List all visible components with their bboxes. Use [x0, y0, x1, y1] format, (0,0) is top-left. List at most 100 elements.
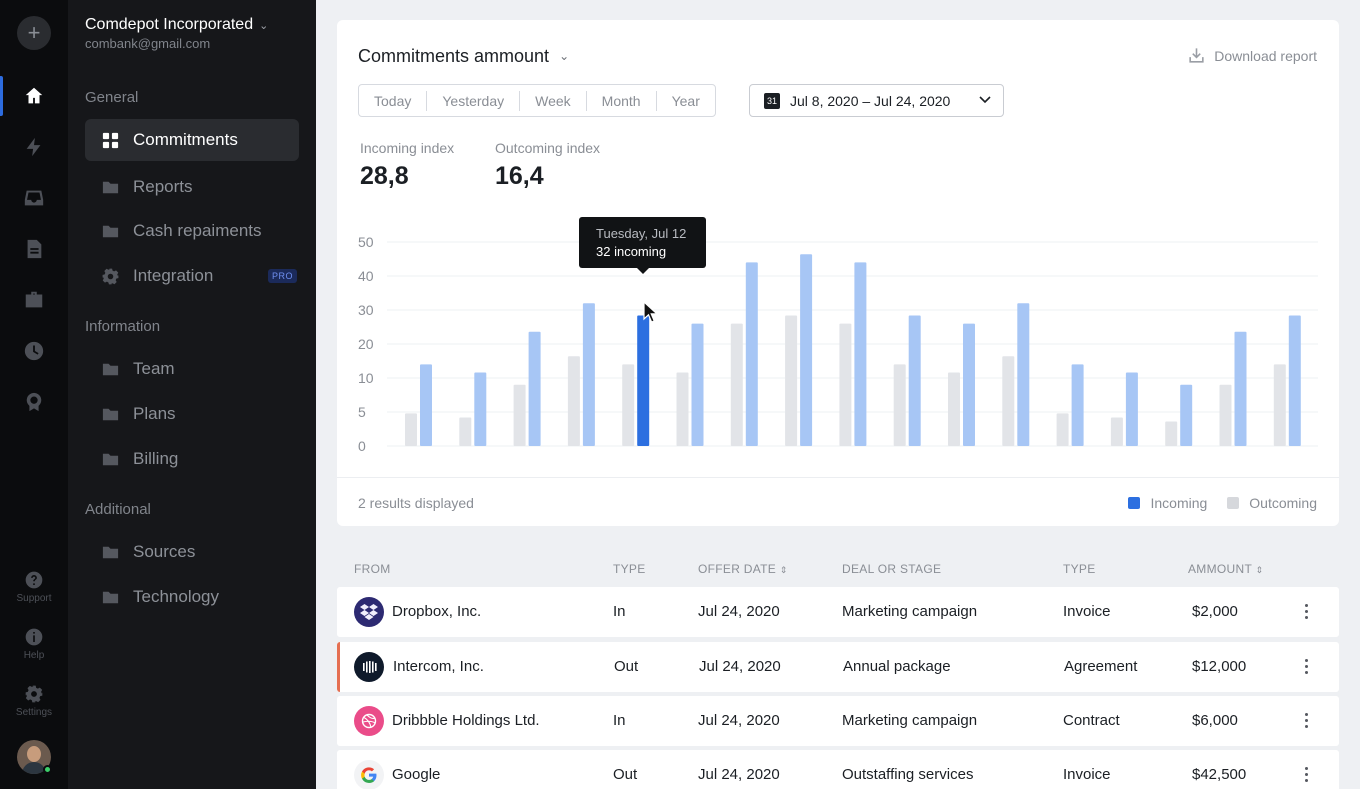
settings-label: Settings [15, 707, 53, 718]
row-amount: $6,000 [1192, 712, 1238, 729]
briefcase-icon[interactable] [0, 280, 68, 320]
table-header: FROM TYPE OFFER DATE ⇕ DEAL OR STAGE TYP… [337, 562, 1339, 580]
card-title-dropdown[interactable]: Commitments ammount ⌄ [358, 46, 569, 67]
info-icon [25, 628, 43, 646]
bar-incoming [1017, 303, 1030, 446]
add-button[interactable]: + [17, 16, 51, 50]
account-email: combank@gmail.com [85, 36, 211, 51]
chart-legend: Incoming Outcoming [1108, 495, 1317, 511]
award-icon[interactable] [0, 382, 68, 422]
legend-outcoming[interactable]: Outcoming [1227, 495, 1317, 511]
sidebar-item-commitments[interactable]: Commitments [85, 119, 299, 161]
filter-yesterday[interactable]: Yesterday [427, 90, 521, 111]
more-options-icon[interactable] [1305, 713, 1309, 731]
settings-link[interactable]: Settings [0, 684, 68, 718]
sidebar-item-team[interactable]: Team [85, 348, 299, 390]
column-deal[interactable]: DEAL OR STAGE [842, 562, 941, 576]
gear-icon [102, 268, 119, 284]
y-tick-label: 0 [358, 438, 366, 454]
row-type: Out [613, 766, 638, 783]
date-range-picker[interactable]: 31 Jul 8, 2020 – Jul 24, 2020 [749, 84, 1004, 117]
sort-icon: ⇕ [1255, 565, 1264, 575]
row-date: Jul 24, 2020 [699, 658, 781, 675]
column-amount[interactable]: AMMOUNT ⇕ [1188, 562, 1263, 576]
legend-swatch-outcoming [1227, 497, 1240, 509]
sidebar-item-integration[interactable]: Integration PRO [85, 255, 299, 297]
bar-outcoming [730, 323, 743, 446]
incoming-index-label: Incoming index [360, 140, 455, 156]
more-options-icon[interactable] [1305, 604, 1309, 622]
sidebar: Comdepot Incorporated ⌄ combank@gmail.com… [68, 0, 316, 789]
y-tick-label: 40 [358, 268, 374, 284]
filter-today[interactable]: Today [359, 90, 428, 111]
google-logo-icon [354, 760, 384, 789]
bar-incoming [908, 315, 921, 446]
folder-icon [102, 181, 119, 193]
sidebar-item-billing[interactable]: Billing [85, 438, 299, 480]
help-link[interactable]: Help [0, 627, 68, 661]
company-switcher[interactable]: Comdepot Incorporated ⌄ [85, 16, 268, 34]
support-icon [25, 571, 43, 589]
sidebar-item-reports[interactable]: Reports [85, 166, 299, 208]
support-link[interactable]: Support [0, 570, 68, 604]
column-type[interactable]: TYPE [613, 562, 646, 576]
company-name: Comdepot Incorporated [85, 16, 254, 33]
row-amount: $42,500 [1192, 766, 1247, 783]
row-doc-type: Invoice [1063, 766, 1111, 783]
bar-outcoming [893, 364, 906, 446]
more-options-icon[interactable] [1305, 659, 1309, 677]
lightning-icon[interactable] [0, 127, 68, 167]
clock-icon[interactable] [0, 331, 68, 371]
bar-outcoming [1056, 413, 1069, 446]
table-row[interactable]: Dropbox, Inc. In Jul 24, 2020 Marketing … [337, 587, 1339, 637]
sidebar-item-cash-repaiments[interactable]: Cash repaiments [85, 210, 299, 252]
bar-incoming [1071, 364, 1084, 446]
column-doc-type[interactable]: TYPE [1063, 562, 1096, 576]
y-tick-label: 20 [358, 336, 374, 352]
table-row[interactable]: Intercom, Inc. Out Jul 24, 2020 Annual p… [337, 642, 1339, 692]
intercom-logo-icon [354, 652, 384, 682]
bar-incoming [528, 331, 541, 446]
bar-incoming [800, 254, 813, 446]
download-report-button[interactable]: Download report [1187, 46, 1317, 65]
online-status-dot [43, 765, 52, 774]
sidebar-item-label: Technology [133, 587, 220, 606]
filter-month[interactable]: Month [587, 90, 657, 111]
table-row[interactable]: Google Out Jul 24, 2020 Outstaffing serv… [337, 750, 1339, 789]
y-tick-label: 5 [358, 404, 366, 420]
bar-outcoming [948, 372, 960, 446]
table-row[interactable]: Dribbble Holdings Ltd. In Jul 24, 2020 M… [337, 696, 1339, 746]
folder-icon [102, 225, 119, 237]
gear-icon [25, 685, 43, 703]
sidebar-item-sources[interactable]: Sources [85, 531, 299, 573]
chart-tooltip: Tuesday, Jul 12 32 incoming [579, 217, 706, 274]
row-date: Jul 24, 2020 [698, 766, 780, 783]
bar-incoming [420, 364, 432, 446]
more-options-icon[interactable] [1305, 767, 1309, 785]
row-deal: Annual package [843, 658, 951, 675]
sidebar-item-technology[interactable]: Technology [85, 576, 299, 618]
outcoming-index: Outcoming index 16,4 [495, 140, 600, 191]
help-label: Help [23, 650, 45, 661]
y-tick-label: 50 [358, 234, 374, 250]
sidebar-item-plans[interactable]: Plans [85, 393, 299, 435]
row-type: In [613, 603, 626, 620]
folder-icon [102, 453, 119, 465]
bar-incoming [854, 262, 867, 446]
folder-icon [102, 408, 119, 420]
row-date: Jul 24, 2020 [698, 603, 780, 620]
sidebar-item-label: Reports [133, 177, 193, 196]
inbox-icon[interactable] [0, 178, 68, 218]
column-from[interactable]: FROM [354, 562, 391, 576]
calendar-icon: 31 [764, 92, 780, 109]
home-icon[interactable] [0, 76, 68, 116]
row-amount: $2,000 [1192, 603, 1238, 620]
filter-week[interactable]: Week [520, 90, 587, 111]
outcoming-index-value: 16,4 [495, 162, 544, 190]
legend-incoming[interactable]: Incoming [1128, 495, 1207, 511]
column-offer-date[interactable]: OFFER DATE ⇕ [698, 562, 788, 576]
document-icon[interactable] [0, 229, 68, 269]
filter-year[interactable]: Year [657, 91, 715, 111]
row-type: In [613, 712, 626, 729]
outcoming-index-label: Outcoming index [495, 140, 601, 156]
